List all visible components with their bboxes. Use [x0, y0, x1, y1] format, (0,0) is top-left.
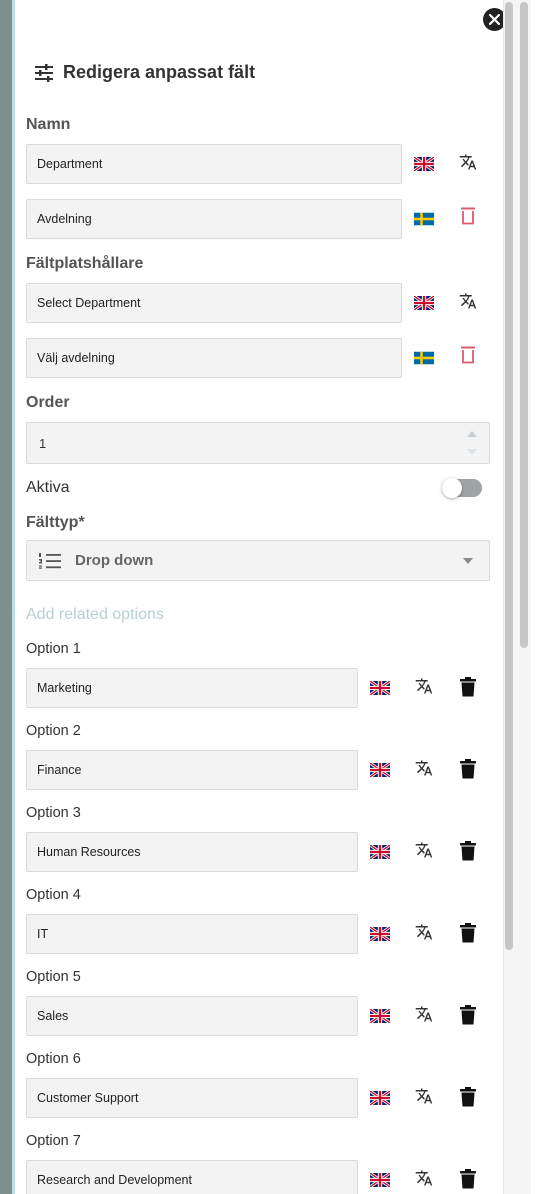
option-input[interactable]: Research and Development: [26, 1160, 358, 1194]
name-label: Namn: [26, 116, 71, 133]
translate-icon[interactable]: [458, 152, 478, 172]
order-label: Order: [26, 394, 70, 411]
trash-icon[interactable]: [458, 1169, 478, 1189]
name-en-input[interactable]: Department: [26, 144, 402, 184]
option-input[interactable]: Customer Support: [26, 1078, 358, 1118]
delete-outline-icon[interactable]: [458, 206, 478, 226]
scrollbar-thumb[interactable]: [520, 2, 528, 648]
scrollbar-thumb[interactable]: [505, 2, 513, 950]
order-value: 1: [39, 435, 47, 451]
translate-icon[interactable]: [414, 1168, 434, 1188]
translate-icon[interactable]: [414, 758, 434, 778]
flag-uk-icon: [414, 157, 434, 171]
flag-uk-icon: [370, 927, 390, 941]
translate-icon[interactable]: [414, 676, 434, 696]
flag-uk-icon: [370, 1091, 390, 1105]
delete-outline-icon[interactable]: [458, 345, 478, 365]
page-backdrop: [0, 0, 12, 1194]
flag-uk-icon: [370, 1009, 390, 1023]
list-numbered-icon: [39, 552, 61, 569]
option-input[interactable]: Sales: [26, 996, 358, 1036]
option-label: Option 1: [26, 641, 81, 657]
add-related-options-link[interactable]: Add related options: [26, 606, 164, 624]
translate-icon[interactable]: [458, 291, 478, 311]
translate-icon[interactable]: [414, 1004, 434, 1024]
placeholder-sv-input[interactable]: Välj avdelning: [26, 338, 402, 378]
close-icon: [489, 14, 500, 25]
trash-icon[interactable]: [458, 1005, 478, 1025]
option-input[interactable]: Human Resources: [26, 832, 358, 872]
translate-icon[interactable]: [414, 922, 434, 942]
trash-icon[interactable]: [458, 841, 478, 861]
option-input[interactable]: Finance: [26, 750, 358, 790]
page-title: Redigera anpassat fält: [63, 62, 256, 82]
trash-icon[interactable]: [458, 677, 478, 697]
option-label: Option 6: [26, 1051, 81, 1067]
active-toggle[interactable]: [442, 478, 482, 498]
flag-uk-icon: [370, 681, 390, 695]
trash-icon[interactable]: [458, 1087, 478, 1107]
placeholder-label: Fältplatshållare: [26, 255, 144, 272]
translate-icon[interactable]: [414, 840, 434, 860]
flag-uk-icon: [370, 763, 390, 777]
active-label: Aktiva: [26, 479, 70, 496]
order-stepper[interactable]: [467, 431, 477, 457]
tune-icon: [35, 63, 53, 82]
field-type-select[interactable]: Drop down: [26, 540, 490, 581]
name-sv-input[interactable]: Avdelning: [26, 199, 402, 239]
placeholder-en-input[interactable]: Select Department: [26, 283, 402, 323]
order-input[interactable]: 1: [26, 422, 490, 464]
trash-icon[interactable]: [458, 759, 478, 779]
option-label: Option 7: [26, 1133, 81, 1149]
option-input[interactable]: Marketing: [26, 668, 358, 708]
flag-uk-icon: [414, 296, 434, 310]
option-label: Option 2: [26, 723, 81, 739]
field-type-label: Fälttyp*: [26, 514, 85, 531]
flag-sweden-icon: [414, 212, 434, 226]
option-label: Option 5: [26, 969, 81, 985]
flag-uk-icon: [370, 1173, 390, 1187]
translate-icon[interactable]: [414, 1086, 434, 1106]
option-input[interactable]: IT: [26, 914, 358, 954]
flag-uk-icon: [370, 845, 390, 859]
chevron-down-icon: [463, 558, 473, 564]
trash-icon[interactable]: [458, 923, 478, 943]
field-type-value: Drop down: [75, 552, 154, 569]
panel-heading: Redigera anpassat fält: [34, 62, 255, 83]
option-label: Option 3: [26, 805, 81, 821]
option-label: Option 4: [26, 887, 81, 903]
flag-sweden-icon: [414, 351, 434, 365]
